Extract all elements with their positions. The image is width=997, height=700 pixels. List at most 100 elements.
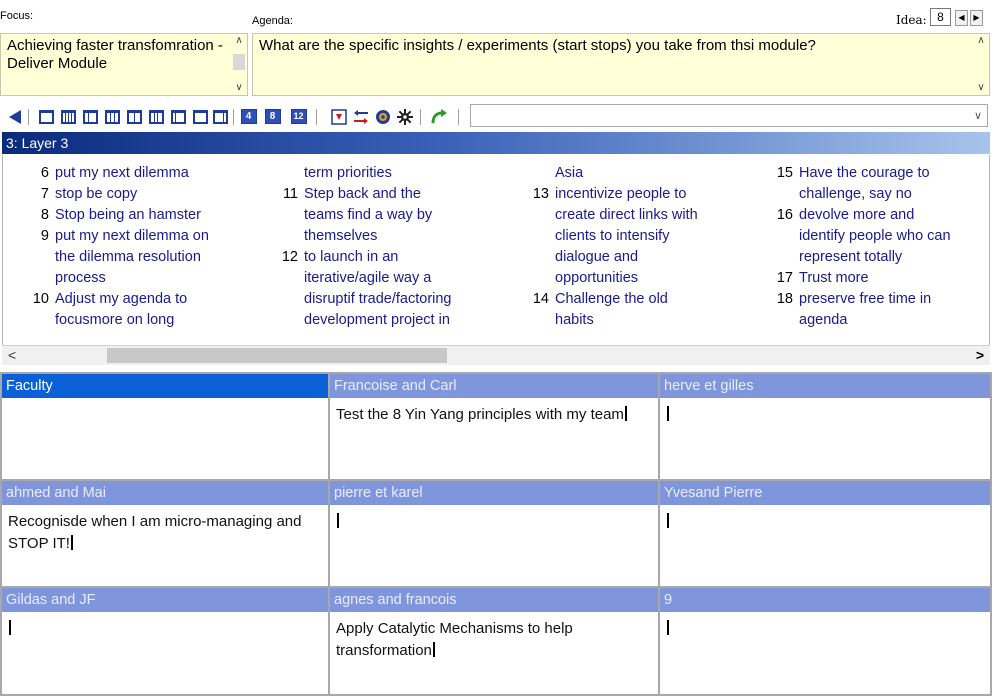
list-item[interactable]: themselves — [270, 226, 500, 247]
list-item[interactable]: 12 to launch in an — [270, 247, 500, 268]
scroll-left-icon[interactable]: < — [8, 347, 16, 363]
idea-next-button[interactable]: ▶ — [970, 10, 983, 26]
list-item[interactable]: 6 put my next dilemma — [21, 163, 251, 184]
grid-cell-title[interactable]: herve et gilles — [660, 374, 990, 398]
list-item[interactable]: opportunities — [521, 268, 751, 289]
list-item[interactable]: process — [21, 268, 251, 289]
grid-cell-text[interactable] — [330, 505, 658, 539]
agenda-scrollbar[interactable]: ∧ ∨ — [973, 34, 989, 95]
list-item[interactable]: 13 incentivize people to — [521, 184, 751, 205]
grid-cell-title[interactable]: Gildas and JF — [2, 588, 328, 612]
grid-cell[interactable]: Faculty — [2, 374, 330, 481]
layout-1-column-icon[interactable] — [38, 108, 55, 125]
scroll-thumb[interactable] — [107, 348, 447, 363]
grid-cell[interactable]: Gildas and JF — [2, 588, 330, 694]
grid-cell[interactable]: herve et gilles — [660, 374, 990, 481]
grid-cell[interactable]: Yvesand Pierre — [660, 481, 990, 588]
layout-right-panel-icon[interactable] — [212, 108, 229, 125]
refresh-arrow-icon[interactable] — [430, 108, 447, 125]
list-item[interactable]: 9 put my next dilemma on — [21, 226, 251, 247]
list-item[interactable]: 15 Have the courage to — [769, 163, 989, 184]
list-item[interactable]: clients to intensify — [521, 226, 751, 247]
scroll-thumb[interactable] — [233, 54, 245, 70]
list-item[interactable]: the dilemma resolution — [21, 247, 251, 268]
idea-number-field[interactable]: 8 — [930, 8, 951, 26]
layout-3-column-icon[interactable] — [104, 108, 121, 125]
import-icon[interactable] — [330, 108, 347, 125]
grid-cell[interactable]: pierre et karel — [330, 481, 660, 588]
grid-cell-title[interactable]: ahmed and Mai — [2, 481, 328, 505]
list-item[interactable]: 16 devolve more and — [769, 205, 989, 226]
list-item[interactable]: identify people who can — [769, 226, 989, 247]
list-item[interactable]: 8 Stop being an hamster — [21, 205, 251, 226]
grid-cell-text[interactable] — [2, 612, 328, 646]
grid-cell-title[interactable]: pierre et karel — [330, 481, 658, 505]
list-item[interactable]: teams find a way by — [270, 205, 500, 226]
layout-grid-icon[interactable] — [126, 108, 143, 125]
list-item[interactable]: habits — [521, 310, 751, 331]
grid-cell-text[interactable] — [660, 612, 990, 646]
grid-cell[interactable]: Francoise and Carl Test the 8 Yin Yang pr… — [330, 374, 660, 481]
grid-cell-title[interactable]: 9 — [660, 588, 990, 612]
list-item[interactable]: iterative/agile way a — [270, 268, 500, 289]
grid-cell-text[interactable] — [660, 505, 990, 539]
focus-memo[interactable]: Achieving faster transfomration - Delive… — [0, 33, 248, 96]
scroll-right-icon[interactable]: > — [976, 347, 984, 363]
list-item[interactable]: 14 Challenge the old — [521, 289, 751, 310]
grid-cell-title[interactable]: agnes and francois — [330, 588, 658, 612]
layout-split-icon[interactable] — [148, 108, 165, 125]
list-item[interactable]: disruptif trade/factoring — [270, 289, 500, 310]
list-item[interactable]: 7 stop be copy — [21, 184, 251, 205]
grid-cell[interactable]: ahmed and Mai Recognisde when I am micro-… — [2, 481, 330, 588]
layout-wide-icon[interactable] — [170, 108, 187, 125]
grid-cell-title[interactable]: Francoise and Carl — [330, 374, 658, 398]
view-8-button[interactable]: 8 — [264, 108, 281, 125]
focus-scrollbar[interactable]: ∧ ∨ — [231, 34, 247, 95]
grid-cell-text[interactable] — [2, 398, 328, 410]
grid-cell-title[interactable]: Faculty — [2, 374, 328, 398]
grid-cell-text[interactable]: Test the 8 Yin Yang principles with my t… — [330, 398, 658, 432]
list-item-number — [521, 226, 555, 247]
focus-text[interactable]: Achieving faster transfomration - Delive… — [1, 34, 247, 76]
chevron-down-icon[interactable]: ∨ — [974, 109, 982, 122]
list-item[interactable]: 11 Step back and the — [270, 184, 500, 205]
grid-cell-text[interactable]: Apply Catalytic Mechanisms to help trans… — [330, 612, 658, 668]
scroll-up-icon[interactable]: ∧ — [231, 34, 247, 48]
layout-narrow-icon[interactable] — [192, 108, 209, 125]
list-item[interactable]: 10 Adjust my agenda to — [21, 289, 251, 310]
list-item-number: 12 — [281, 249, 298, 265]
sort-icon[interactable] — [352, 108, 369, 125]
grid-cell-title[interactable]: Yvesand Pierre — [660, 481, 990, 505]
list-item[interactable]: agenda — [769, 310, 989, 331]
list-item[interactable]: Asia — [521, 163, 751, 184]
agenda-text[interactable]: What are the specific insights / experim… — [253, 34, 989, 58]
list-item[interactable]: represent totally — [769, 247, 989, 268]
list-item[interactable]: 17 Trust more — [769, 268, 989, 289]
collapse-arrow-icon[interactable] — [6, 108, 23, 125]
list-horizontal-scrollbar[interactable]: < > — [2, 345, 990, 365]
view-12-button[interactable]: 12 — [290, 108, 307, 125]
agenda-memo[interactable]: What are the specific insights / experim… — [252, 33, 990, 96]
list-item[interactable]: 18 preserve free time in — [769, 289, 989, 310]
gear-icon[interactable] — [396, 108, 413, 125]
grid-cell-text[interactable] — [660, 398, 990, 432]
toolbar-combo-box[interactable]: ∨ — [470, 104, 988, 127]
list-item[interactable]: focusmore on long — [21, 310, 251, 331]
list-item[interactable]: create direct links with — [521, 205, 751, 226]
scroll-up-icon[interactable]: ∧ — [973, 34, 989, 48]
idea-prev-button[interactable]: ◀ — [955, 10, 968, 26]
scroll-down-icon[interactable]: ∨ — [973, 81, 989, 95]
list-item[interactable]: development project in — [270, 310, 500, 331]
list-item[interactable]: challenge, say no — [769, 184, 989, 205]
view-4-button[interactable]: 4 — [240, 108, 257, 125]
layer-title-bar[interactable]: 3: Layer 3 — [2, 132, 990, 154]
grid-cell-text[interactable]: Recognisde when I am micro-managing and … — [2, 505, 328, 561]
grid-cell[interactable]: agnes and francois Apply Catalytic Mechan… — [330, 588, 660, 694]
layout-4-column-icon[interactable] — [60, 108, 77, 125]
list-item[interactable]: term priorities — [270, 163, 500, 184]
layout-2-column-icon[interactable] — [82, 108, 99, 125]
target-icon[interactable] — [374, 108, 391, 125]
list-item[interactable]: dialogue and — [521, 247, 751, 268]
scroll-down-icon[interactable]: ∨ — [231, 81, 247, 95]
grid-cell[interactable]: 9 — [660, 588, 990, 694]
